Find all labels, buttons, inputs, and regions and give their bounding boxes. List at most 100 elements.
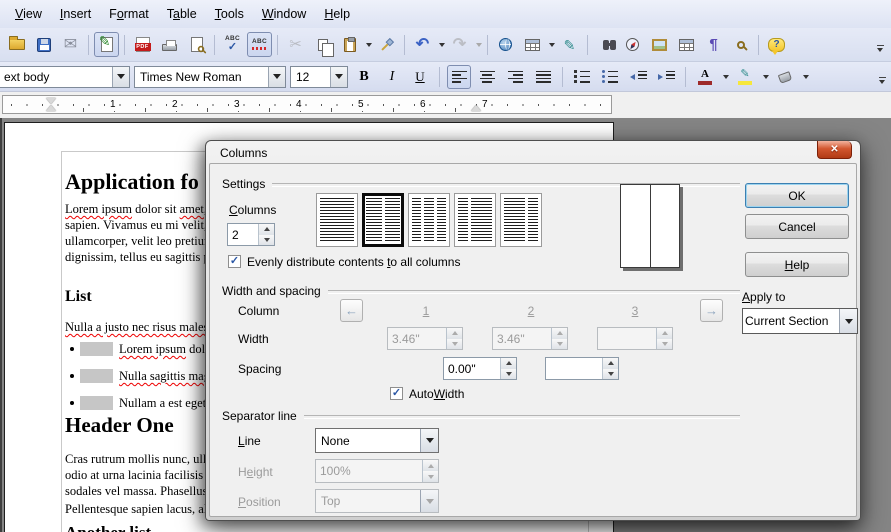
menu-tools[interactable]: Tools (206, 3, 253, 25)
field-shading (80, 369, 113, 383)
highlight-dropdown[interactable] (763, 75, 769, 79)
justify-button[interactable] (531, 65, 555, 89)
hyperlink-button[interactable] (493, 32, 518, 57)
spin-up-button[interactable] (259, 224, 274, 235)
background-color-button[interactable] (773, 65, 797, 89)
size-dropdown-button[interactable] (330, 67, 347, 87)
autowidth-checkbox[interactable]: ✓ (390, 387, 403, 400)
pdf-icon: PDF (136, 37, 150, 52)
position-label: Position (238, 495, 281, 509)
next-column-button[interactable]: → (700, 299, 723, 322)
preset-right-narrow[interactable] (500, 193, 542, 247)
right-indent-marker[interactable] (471, 105, 481, 111)
style-dropdown-button[interactable] (112, 67, 129, 87)
formatting-overflow-button[interactable] (875, 66, 889, 88)
line-style-combo[interactable]: None (315, 428, 439, 453)
export-pdf-button[interactable]: PDF (130, 32, 155, 57)
formatting-marks-button[interactable]: ¶ (701, 32, 726, 57)
menu-window[interactable]: Window (253, 3, 315, 25)
font-color-button[interactable]: A (693, 65, 717, 89)
dialog-close-button[interactable]: ✕ (817, 141, 852, 159)
font-color-dropdown[interactable] (723, 75, 729, 79)
data-sources-button[interactable] (674, 32, 699, 57)
font-size-value: 12 (291, 70, 330, 84)
paste-dropdown[interactable] (366, 43, 372, 47)
bold-button[interactable]: B (352, 65, 376, 89)
spin-up-button[interactable] (603, 358, 618, 369)
clone-formatting-button[interactable] (374, 32, 399, 57)
app-window: View Insert Format Table Tools Window He… (0, 0, 891, 532)
paste-button[interactable] (337, 32, 362, 57)
find-replace-button[interactable] (593, 32, 618, 57)
numbered-list-button[interactable] (570, 65, 594, 89)
justify-icon (536, 71, 551, 83)
spin-up-button[interactable] (501, 358, 516, 369)
ruler-number: 6 (418, 98, 428, 111)
spin-down-button[interactable] (501, 369, 516, 380)
zoom-button[interactable] (728, 32, 753, 57)
apply-to-dropdown-button[interactable] (839, 309, 857, 333)
menu-table[interactable]: Table (158, 3, 206, 25)
columns-count-spinner[interactable]: 2 (227, 223, 275, 246)
decrease-indent-button[interactable] (626, 65, 650, 89)
auto-spellcheck-button[interactable]: ABC (247, 32, 272, 57)
spin-down-button[interactable] (603, 369, 618, 380)
preset-three-columns[interactable] (408, 193, 450, 247)
italic-button[interactable]: I (380, 65, 404, 89)
previous-column-button[interactable]: ← (340, 299, 363, 322)
menu-insert[interactable]: Insert (51, 3, 100, 25)
page-preview-button[interactable] (184, 32, 209, 57)
left-indent-marker[interactable] (46, 105, 56, 111)
background-color-dropdown[interactable] (803, 75, 809, 79)
open-button[interactable] (4, 32, 29, 57)
copy-button[interactable] (310, 32, 335, 57)
edit-file-button[interactable]: ✎ (94, 32, 119, 57)
navigator-button[interactable] (620, 32, 645, 57)
close-icon: ✕ (830, 144, 838, 155)
preset-one-column[interactable] (316, 193, 358, 247)
save-button[interactable] (31, 32, 56, 57)
underline-button[interactable]: U (408, 65, 432, 89)
menu-help[interactable]: Help (315, 3, 359, 25)
spin-down-button[interactable] (259, 235, 274, 246)
increase-indent-button[interactable] (654, 65, 678, 89)
highlight-button[interactable]: ✎ (733, 65, 757, 89)
align-left-button[interactable] (447, 65, 471, 89)
evenly-distribute-checkbox[interactable]: ✓ (228, 255, 241, 268)
print-button[interactable] (157, 32, 182, 57)
ok-button[interactable]: OK (745, 183, 849, 208)
paragraph-style-combo[interactable]: ext body (0, 66, 130, 88)
first-line-indent-marker[interactable] (46, 98, 56, 104)
line-dropdown-button[interactable] (420, 429, 438, 452)
preset-left-narrow[interactable] (454, 193, 496, 247)
help-button[interactable]: Help (745, 252, 849, 277)
preset-two-columns-selected[interactable] (362, 193, 404, 247)
spacing-1-spinner[interactable]: 0.00" (443, 357, 517, 380)
gallery-button[interactable] (647, 32, 672, 57)
horizontal-ruler[interactable]: 1 2 3 4 5 6 7 (2, 95, 612, 114)
font-dropdown-button[interactable] (268, 67, 285, 87)
spellcheck-button[interactable]: ABC✓ (220, 32, 245, 57)
apply-to-label: Apply to (742, 290, 785, 304)
align-right-button[interactable] (503, 65, 527, 89)
apply-to-combo[interactable]: Current Section (742, 308, 858, 334)
menu-format[interactable]: Format (100, 3, 158, 25)
font-size-combo[interactable]: 12 (290, 66, 348, 88)
toolbar-separator (562, 67, 563, 87)
spacing-2-spinner[interactable] (545, 357, 619, 380)
undo-button[interactable]: ↶ (410, 32, 435, 57)
menu-bar: View Insert Format Table Tools Window He… (0, 0, 891, 28)
font-name-combo[interactable]: Times New Roman (134, 66, 286, 88)
toolbar-overflow-button[interactable] (873, 34, 887, 56)
edit-file-icon: ✎ (101, 37, 113, 52)
bullet-list-button[interactable] (598, 65, 622, 89)
help-button[interactable]: ? (764, 32, 789, 57)
undo-dropdown[interactable] (439, 43, 445, 47)
align-center-button[interactable] (475, 65, 499, 89)
insert-table-button[interactable] (520, 32, 545, 57)
table-dropdown[interactable] (549, 43, 555, 47)
draw-functions-button[interactable]: ✎ (557, 32, 582, 57)
cancel-button[interactable]: Cancel (745, 214, 849, 239)
menu-view[interactable]: View (6, 3, 51, 25)
email-button[interactable]: ✉ (58, 32, 83, 57)
